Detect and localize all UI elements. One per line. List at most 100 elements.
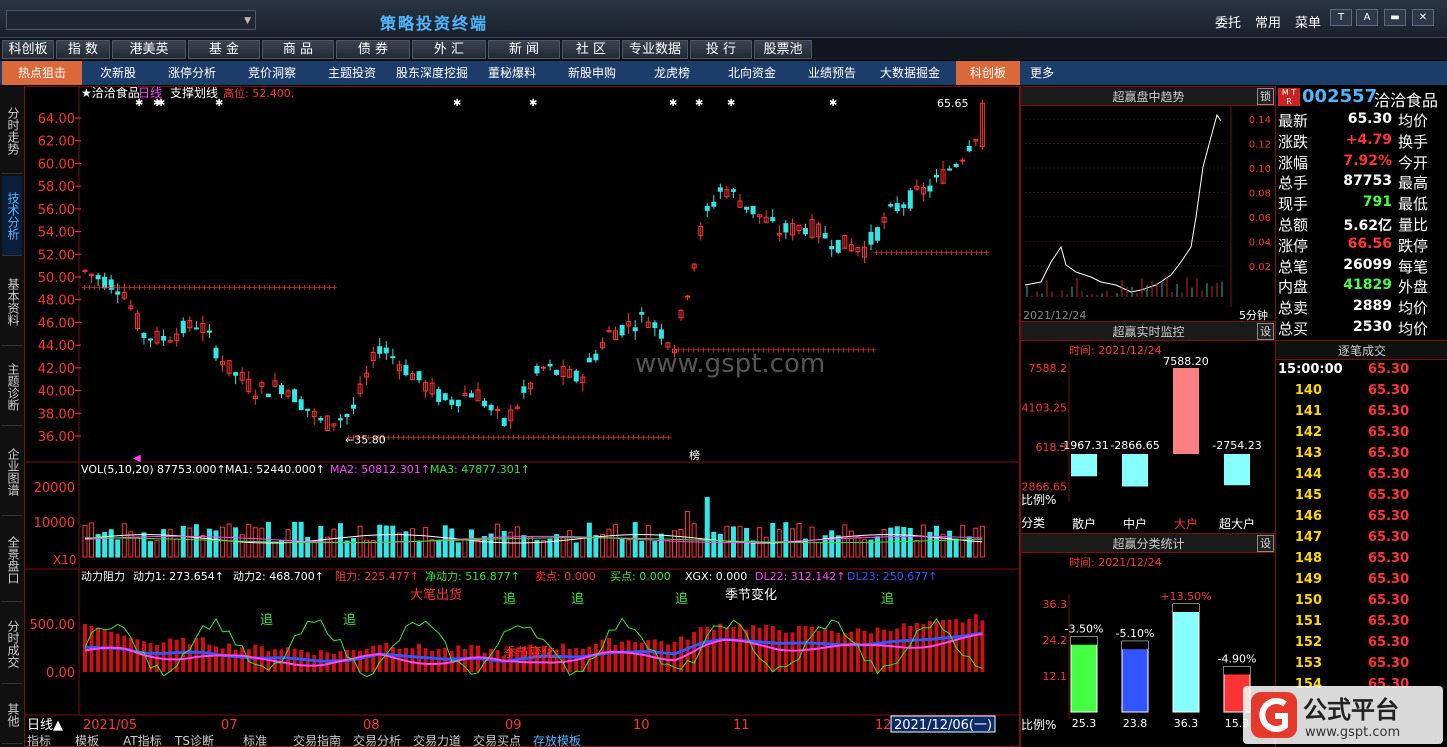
nav-tab-1[interactable]: 指 数	[56, 40, 110, 59]
nav-tab-7[interactable]: 新 闻	[488, 40, 560, 59]
feature-tab-9[interactable]: 北向资金	[728, 64, 776, 81]
toolbar-t-button[interactable]: T	[1330, 9, 1352, 26]
power-bar	[836, 633, 841, 672]
feature-tab-4[interactable]: 主题投资	[328, 64, 376, 81]
left-tab-3[interactable]: 主题诊断	[2, 348, 22, 426]
date-tick-2: 08	[363, 718, 380, 733]
candle-body	[482, 400, 488, 407]
stock-search-input[interactable]: ▼	[6, 10, 256, 30]
support-dot: +	[331, 283, 338, 292]
feature-tab-13[interactable]: 更多	[1030, 64, 1054, 81]
price-tick: 60.00	[38, 157, 75, 172]
price-tick: 40.00	[38, 385, 75, 400]
close-button[interactable]: ✕	[1412, 9, 1434, 26]
intraday-tick: 0.14	[1249, 115, 1271, 126]
bottom-tab-3[interactable]: TS诊断	[174, 733, 214, 746]
tick-price-12: 65.30	[1368, 614, 1410, 629]
quote-label2-9: 均价	[1398, 299, 1429, 318]
power-bar	[639, 642, 644, 672]
kline-chart-area[interactable]: 64.00 62.00 60.00 58.00 56.00 54.00 52.00 50.00…	[24, 86, 1020, 747]
feature-tab-6[interactable]: 董秘爆料	[488, 64, 536, 81]
minimize-button[interactable]: ▬	[1384, 9, 1406, 26]
low-marker: ←35.80	[345, 433, 386, 446]
feature-tab-8[interactable]: 龙虎榜	[654, 64, 690, 81]
menu-trade[interactable]: 委托	[1215, 12, 1241, 31]
nav-tab-10[interactable]: 投 行	[690, 40, 752, 59]
power-bar	[980, 620, 985, 672]
menu-common[interactable]: 常用	[1255, 12, 1281, 31]
feature-tab-5[interactable]: 股东深度挖掘	[396, 64, 468, 81]
power-label-8: DL22: 312.142↑	[755, 570, 846, 583]
nav-tab-11[interactable]: 股票池	[754, 40, 812, 59]
candle-body	[619, 324, 625, 336]
bottom-tab-1[interactable]: 模板	[75, 734, 99, 746]
intraday-tick: 0.12	[1249, 140, 1271, 151]
stats-time: 时间: 2021/12/24	[1069, 556, 1162, 569]
chart-indicator: 支撑划线	[170, 87, 218, 100]
nav-tab-8[interactable]: 社 区	[562, 40, 620, 59]
chevron-down-icon[interactable]: ▼	[244, 16, 251, 26]
bottom-tab-4[interactable]: 标准	[243, 734, 267, 746]
price-tick: 36.00	[38, 430, 75, 445]
menu-main[interactable]: 菜单	[1295, 12, 1321, 31]
volume-bar	[855, 536, 861, 558]
feature-tab-2[interactable]: 涨停分析	[168, 64, 216, 81]
left-tab-2[interactable]: 基本资料	[2, 258, 22, 346]
power-bar	[430, 650, 435, 672]
volume-bar	[213, 530, 219, 558]
power-bar	[967, 619, 972, 672]
bottom-tab-7[interactable]: 交易力道	[413, 733, 461, 746]
tick-time-10: 149	[1294, 572, 1322, 587]
volume-bar	[429, 539, 435, 558]
feature-tab-1[interactable]: 次新股	[100, 64, 136, 81]
left-tab-6[interactable]: 分时成交	[2, 604, 22, 684]
bottom-tab-8[interactable]: 交易买点	[473, 733, 521, 746]
monitor-settings-button[interactable]: 设	[1257, 323, 1274, 340]
feature-tab-11[interactable]: 大数据掘金	[880, 64, 940, 81]
chart-canvas[interactable]: 64.00 62.00 60.00 58.00 56.00 54.00 52.00 50.00…	[25, 87, 1019, 746]
nav-tab-5[interactable]: 债 券	[336, 40, 410, 59]
left-tab-0[interactable]: 分时走势	[2, 88, 22, 174]
lock-button[interactable]: 锁	[1257, 88, 1274, 105]
bottom-tab-6[interactable]: 交易分析	[353, 733, 401, 746]
candle-body	[829, 246, 835, 250]
left-tab-7[interactable]: 其他	[2, 686, 22, 744]
nav-tab-0[interactable]: 科创板	[2, 40, 54, 59]
signal-star: ✱	[695, 98, 703, 109]
power-bar	[161, 642, 166, 672]
power-bar	[240, 647, 245, 672]
feature-tab-3[interactable]: 竞价洞察	[248, 64, 296, 81]
high-label: 高位: 52.400,	[223, 87, 294, 100]
nav-tab-2[interactable]: 港美英	[112, 40, 186, 59]
gspt-logo: 公式平台 www.gspt.com	[1243, 686, 1443, 744]
volume-bar	[875, 536, 881, 558]
feature-tab-12[interactable]: 科创板	[956, 61, 1020, 85]
volume-bar	[881, 529, 887, 558]
bottom-tab-9[interactable]: 存放模板	[533, 733, 581, 746]
mtr-icon[interactable]: M TR	[1278, 88, 1300, 106]
bottom-tab-5[interactable]: 交易指南	[293, 733, 341, 746]
power-bar	[796, 625, 801, 672]
volume-bar	[960, 524, 966, 558]
volume-bar	[613, 524, 619, 558]
feature-tab-0[interactable]: 热点狙击	[2, 61, 82, 85]
bottom-tab-0[interactable]: 指标	[27, 733, 51, 746]
candle-body	[193, 327, 199, 330]
volume-bar	[344, 540, 350, 558]
left-tab-5[interactable]: 全景盘口	[2, 518, 22, 602]
stats-settings-button[interactable]: 设	[1257, 535, 1274, 552]
power-label-3: 阻力: 225.477↑	[335, 570, 419, 583]
intraday-tick: 0.10	[1249, 164, 1271, 175]
chart-stock-title: ★洽洽食品	[81, 87, 140, 100]
nav-tab-9[interactable]: 专业数据	[622, 40, 688, 59]
feature-tab-7[interactable]: 新股申购	[568, 64, 616, 81]
bottom-tab-2[interactable]: AT指标	[123, 733, 162, 746]
toolbar-a-button[interactable]: A	[1356, 9, 1378, 26]
nav-tab-6[interactable]: 外 汇	[412, 40, 486, 59]
nav-tab-3[interactable]: 基 金	[188, 40, 260, 59]
left-tab-1[interactable]: 技术分析	[2, 176, 22, 256]
left-tab-4[interactable]: 企业图谱	[2, 428, 22, 516]
nav-tab-4[interactable]: 商 品	[262, 40, 334, 59]
feature-tab-10[interactable]: 业绩预告	[808, 64, 856, 81]
date-tick-1: 07	[221, 718, 238, 733]
